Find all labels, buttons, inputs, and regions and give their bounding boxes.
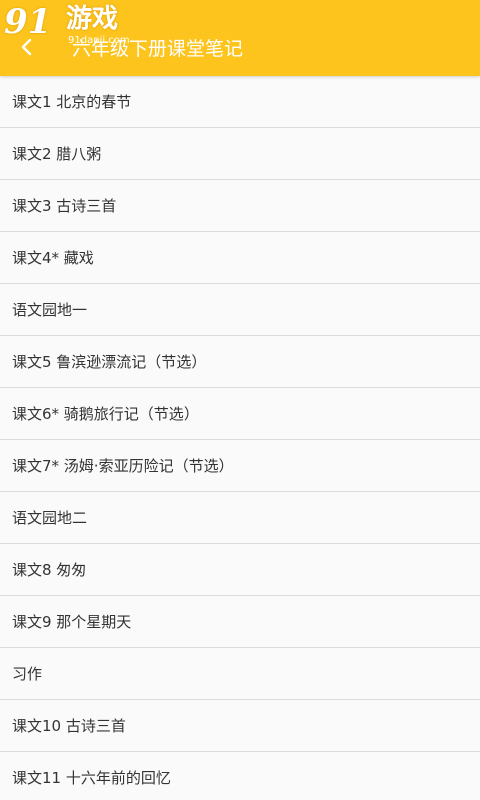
list-item-lesson-10[interactable]: 课文10 古诗三首 <box>0 700 480 752</box>
watermark-logo: 91 游戏 91danji.com <box>2 0 152 50</box>
list-item-lesson-6[interactable]: 课文6* 骑鹅旅行记（节选） <box>0 388 480 440</box>
list-item-lesson-4[interactable]: 课文4* 藏戏 <box>0 232 480 284</box>
list-item-label: 课文2 腊八粥 <box>12 145 102 163</box>
list-item-label: 课文10 古诗三首 <box>12 717 126 735</box>
list-item-label: 课文5 鲁滨逊漂流记（节选） <box>12 353 207 371</box>
list-item-lesson-8[interactable]: 课文8 匆匆 <box>0 544 480 596</box>
list-item-writing[interactable]: 习作 <box>0 648 480 700</box>
watermark-text: 游戏 <box>66 4 119 34</box>
list-item-label: 语文园地二 <box>12 509 88 527</box>
app-screen: 六年级下册课堂笔记 91 游戏 91danji.com 课文1 北京的春节 课文… <box>0 0 480 800</box>
list-item-label: 课文8 匆匆 <box>12 561 87 579</box>
list-item-label: 课文4* 藏戏 <box>12 249 94 267</box>
list-item-lesson-1[interactable]: 课文1 北京的春节 <box>0 76 480 128</box>
list-item-lesson-3[interactable]: 课文3 古诗三首 <box>0 180 480 232</box>
lesson-list: 课文1 北京的春节 课文2 腊八粥 课文3 古诗三首 课文4* 藏戏 语文园地一… <box>0 76 480 800</box>
list-item-lesson-7[interactable]: 课文7* 汤姆·索亚历险记（节选） <box>0 440 480 492</box>
watermark-url: 91danji.com <box>68 35 130 46</box>
list-item-label: 课文6* 骑鹅旅行记（节选） <box>12 405 199 423</box>
list-item-lesson-11[interactable]: 课文11 十六年前的回忆 <box>0 752 480 800</box>
list-item-label: 习作 <box>12 665 43 683</box>
list-item-lesson-9[interactable]: 课文9 那个星期天 <box>0 596 480 648</box>
list-item-garden-1[interactable]: 语文园地一 <box>0 284 480 336</box>
list-item-label: 课文3 古诗三首 <box>12 197 117 215</box>
watermark-number: 91 <box>4 2 52 42</box>
list-item-label: 课文1 北京的春节 <box>12 93 132 111</box>
list-item-label: 语文园地一 <box>12 301 88 319</box>
list-item-label: 课文9 那个星期天 <box>12 613 132 631</box>
list-item-lesson-2[interactable]: 课文2 腊八粥 <box>0 128 480 180</box>
list-item-lesson-5[interactable]: 课文5 鲁滨逊漂流记（节选） <box>0 336 480 388</box>
list-item-garden-2[interactable]: 语文园地二 <box>0 492 480 544</box>
list-item-label: 课文11 十六年前的回忆 <box>12 769 171 787</box>
list-item-label: 课文7* 汤姆·索亚历险记（节选） <box>12 457 234 475</box>
